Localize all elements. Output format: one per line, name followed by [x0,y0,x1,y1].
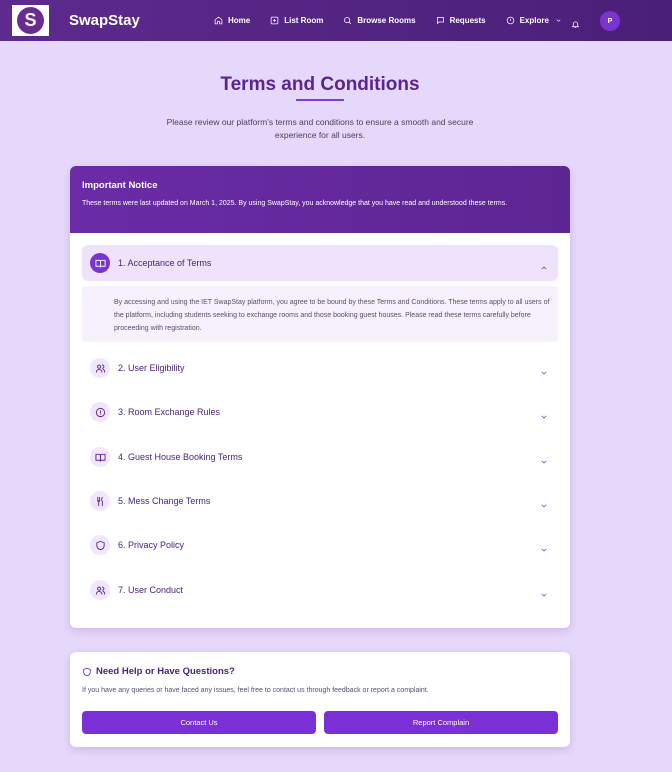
nav-list-room[interactable]: List Room [270,16,323,25]
book-open-icon [90,447,110,467]
notice-text: These terms were last updated on March 1… [82,200,508,207]
help-card: Need Help or Have Questions? If you have… [70,652,570,747]
accordion-label: 5. Mess Change Terms [118,496,211,506]
title-underline [296,99,344,101]
nav-links: Home List Room Browse Rooms Requests Exp… [214,0,582,41]
users-icon [90,580,110,600]
nav-explore-label: Explore [519,16,549,25]
notice-title: Important Notice [82,180,158,191]
home-icon [214,16,223,25]
accordion-user-conduct[interactable]: 7. User Conduct [82,572,558,608]
search-icon [344,17,352,25]
page-subtitle: Please review our platform's terms and c… [166,117,474,140]
accordion-label: 2. User Eligibility [118,363,185,373]
compass-icon [506,16,514,25]
nav-list-room-label: List Room [284,16,324,25]
brand-name[interactable]: SwapStay [69,12,140,29]
accordion-acceptance-of-terms[interactable]: 1. Acceptance of Terms [82,245,558,281]
accordion-label: 4. Guest House Booking Terms [118,452,243,462]
page-title: Terms and Conditions [220,74,420,95]
contact-us-button[interactable]: Contact Us [82,711,316,734]
help-title: Need Help or Have Questions? [82,666,235,677]
chevron-down-icon [540,364,548,375]
book-open-icon [90,253,110,273]
accordion-mess-change-terms[interactable]: 5. Mess Change Terms [82,483,558,519]
top-navbar: S SwapStay Home List Room Browse Rooms R… [0,0,672,41]
users-icon [90,358,110,378]
chevron-up-icon [540,259,548,270]
nav-home[interactable]: Home [214,16,250,25]
message-icon [436,17,444,25]
chevron-down-icon [540,453,548,464]
logo-mark: S [17,7,44,34]
accordion-room-exchange-rules[interactable]: 3. Room Exchange Rules [82,394,558,430]
report-complain-button[interactable]: Report Complain [324,711,558,734]
nav-requests-label: Requests [449,16,486,25]
help-title-text: Need Help or Have Questions? [96,666,235,677]
accordion-label: 1. Acceptance of Terms [118,258,212,268]
accordion-body-text: By accessing and using the IET SwapStay … [114,299,550,332]
avatar[interactable]: P [600,11,620,31]
nav-browse-rooms[interactable]: Browse Rooms [343,16,416,25]
chevron-down-icon [540,586,548,597]
help-text: If you have any queries or have faced an… [82,687,429,694]
notifications-button[interactable] [571,16,580,28]
accordion-label: 3. Room Exchange Rules [118,407,221,417]
accordion-label: 7. User Conduct [118,585,184,595]
nav-browse-rooms-label: Browse Rooms [357,16,416,25]
chevron-down-icon [556,19,561,22]
nav-requests[interactable]: Requests [436,16,486,25]
plus-square-icon [270,16,279,25]
bell-icon [571,21,580,28]
chevron-down-icon [540,408,548,419]
nav-explore[interactable]: Explore [506,16,562,25]
accordion-guest-house-booking-terms[interactable]: 4. Guest House Booking Terms [82,439,558,475]
chevron-down-icon [540,497,548,508]
accordion-content-acceptance-of-terms: By accessing and using the IET SwapStay … [82,286,558,342]
shield-icon [83,667,91,676]
terms-card: Important Notice These terms were last u… [70,166,570,628]
accordion-label: 6. Privacy Policy [118,540,185,550]
accordion-privacy-policy[interactable]: 6. Privacy Policy [82,527,558,563]
important-notice: Important Notice These terms were last u… [70,166,570,233]
utensils-icon [90,491,110,511]
logo[interactable]: S [12,5,49,36]
nav-home-label: Home [228,16,251,25]
shield-icon [90,535,110,555]
alert-circle-icon [90,402,110,422]
chevron-down-icon [540,541,548,552]
accordion-user-eligibility[interactable]: 2. User Eligibility [82,350,558,386]
